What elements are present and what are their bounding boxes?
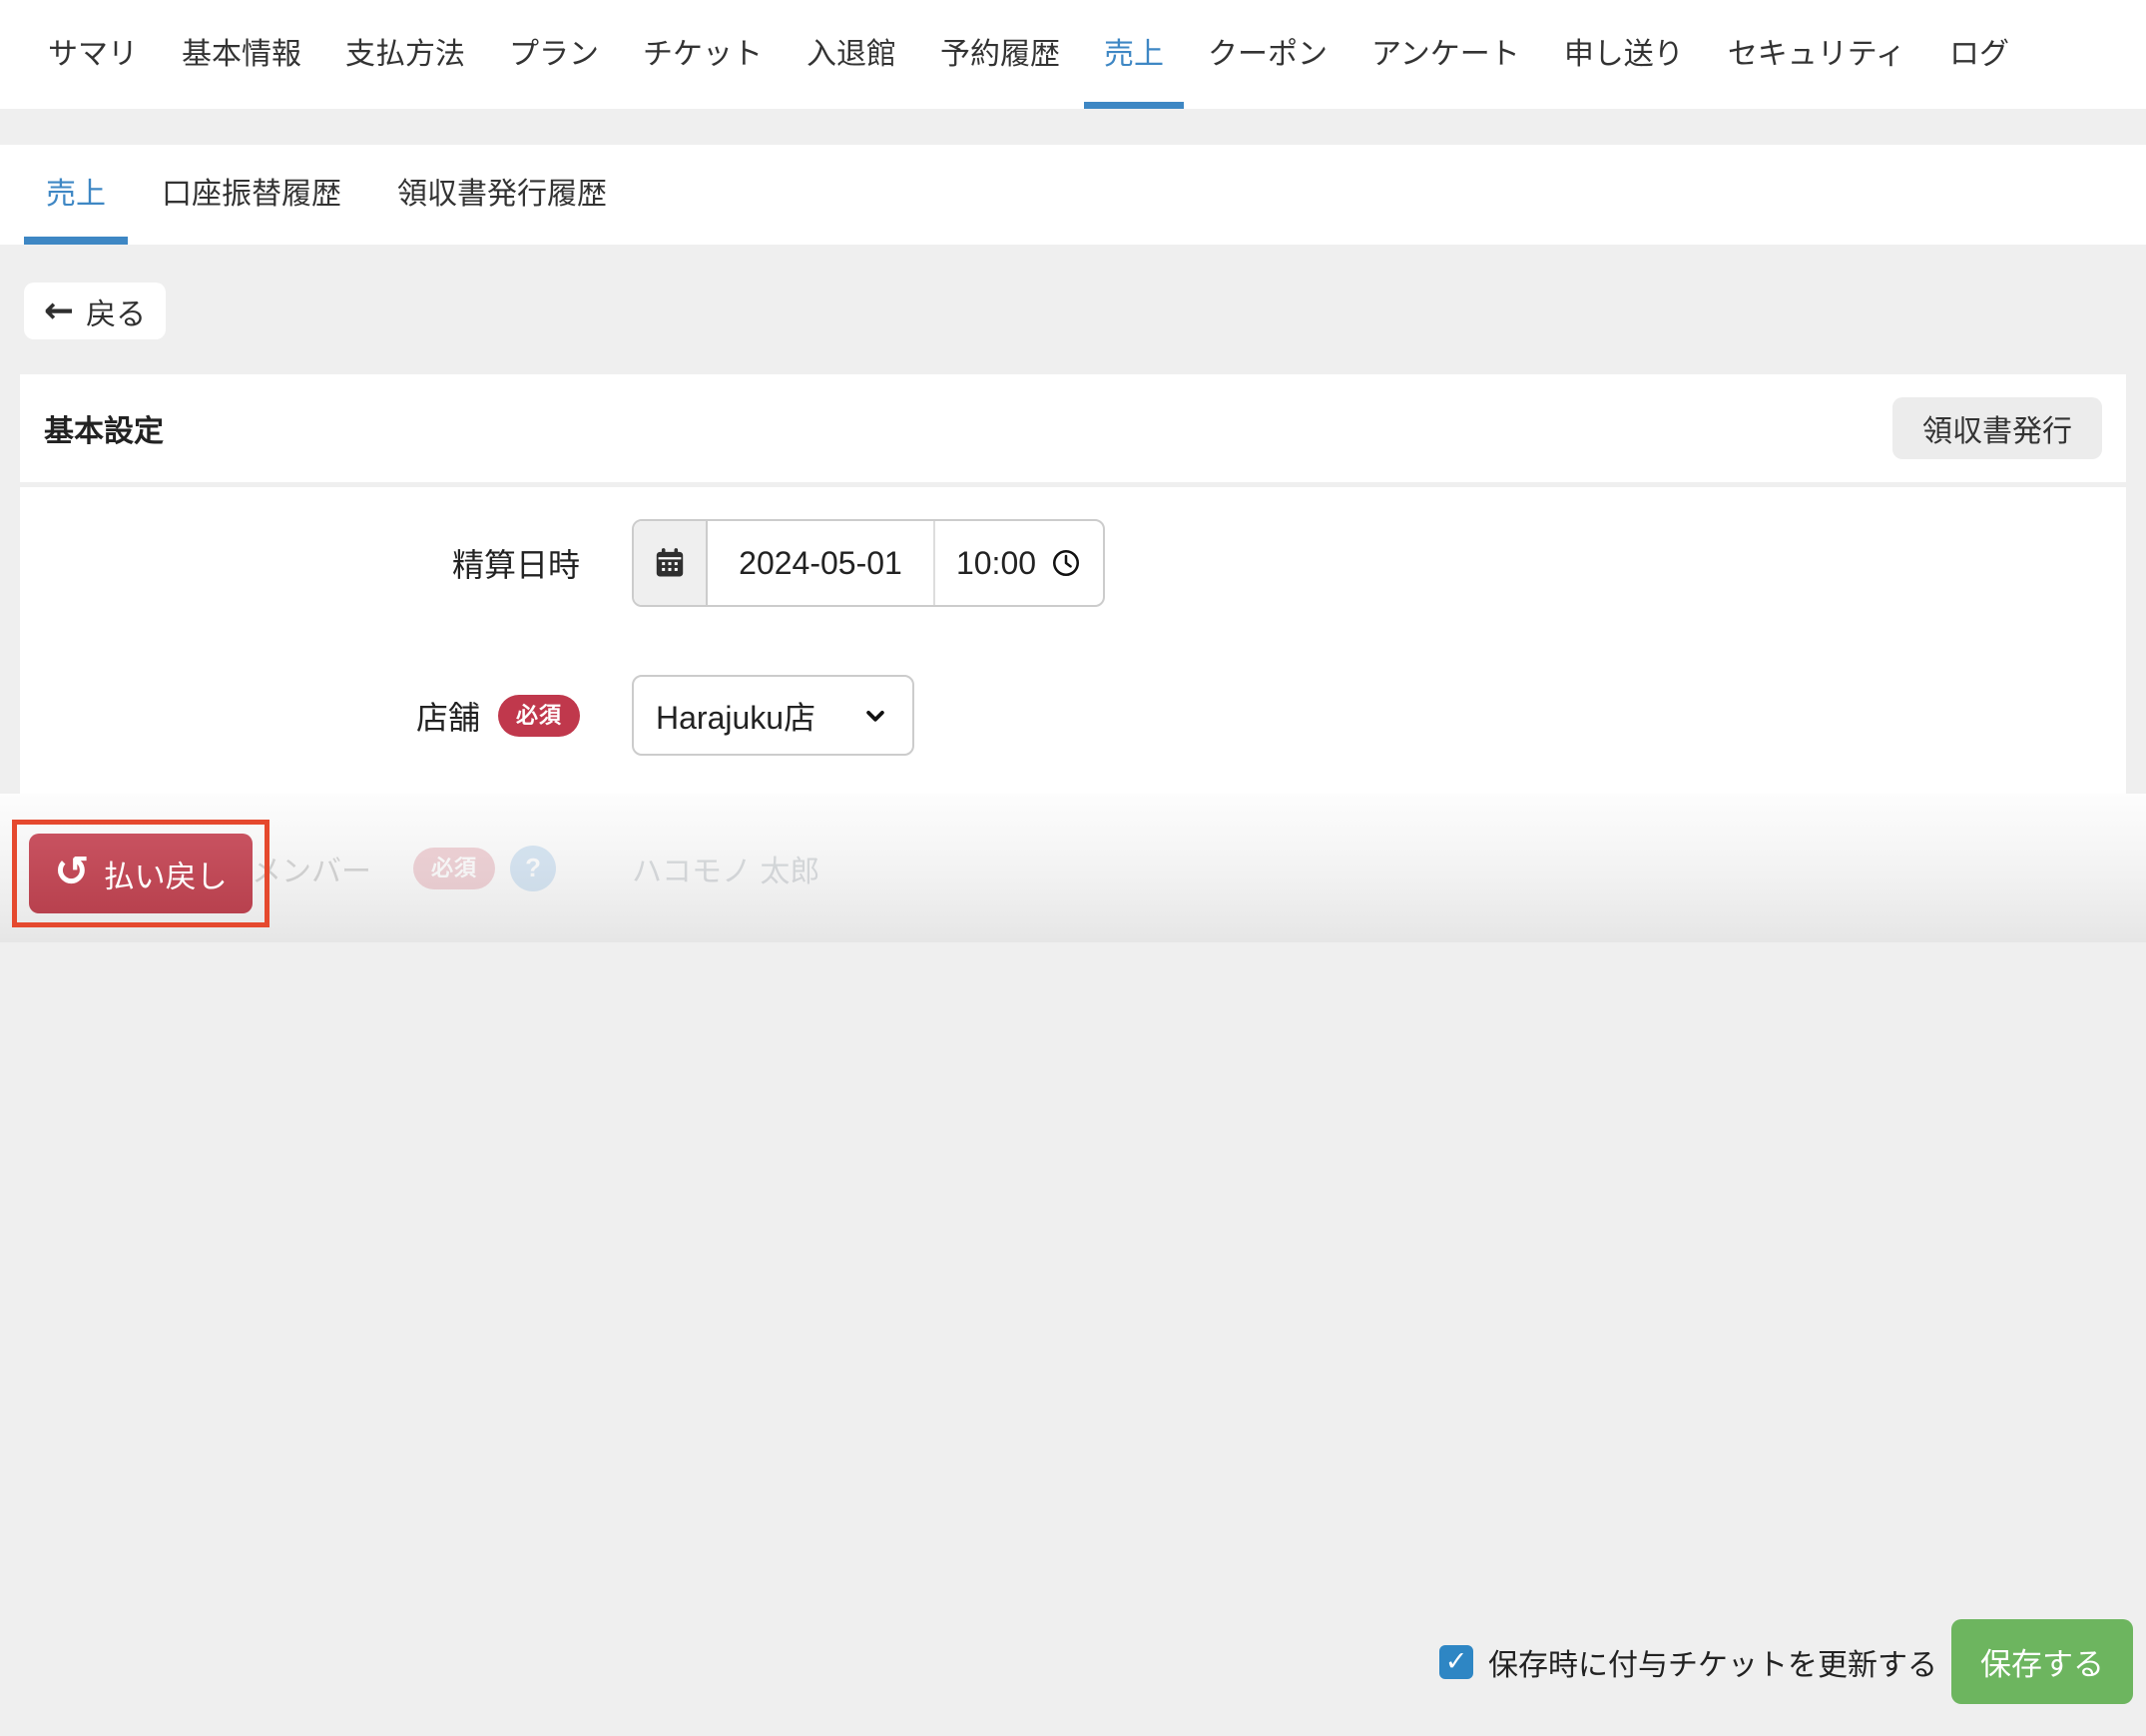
required-badge: 必須 — [498, 695, 580, 737]
member-required-badge: 必須 — [413, 848, 495, 889]
tab-coupon[interactable]: クーポン — [1188, 0, 1347, 109]
store-row: 店舗 必須 Harajuku店 — [20, 675, 2126, 756]
arrow-left-icon: ← — [44, 293, 74, 329]
tab-survey[interactable]: アンケート — [1351, 0, 1540, 109]
calendar-picker-button[interactable] — [634, 521, 708, 605]
settlement-date-value: 2024-05-01 — [739, 545, 902, 582]
settlement-datetime-label: 精算日時 — [452, 540, 580, 586]
save-controls: ✓ 保存時に付与チケットを更新する 保存する — [1439, 1587, 2133, 1736]
click-highlight-outline: ↺ 払い戻し — [12, 820, 269, 927]
subtab-receipt-issue-history[interactable]: 領収書発行履歴 — [375, 145, 629, 245]
tab-summary[interactable]: サマリ — [28, 0, 158, 109]
chevron-down-icon — [860, 701, 890, 731]
clock-icon — [1050, 547, 1082, 579]
store-selected-value: Harajuku店 — [656, 693, 815, 739]
settlement-date-input[interactable]: 2024-05-01 — [708, 521, 935, 605]
tab-reservation-history[interactable]: 予約履歴 — [920, 0, 1080, 109]
tab-log[interactable]: ログ — [1929, 0, 2029, 109]
settlement-time-input[interactable]: 10:00 — [935, 521, 1103, 605]
tab-plan[interactable]: プラン — [489, 0, 619, 109]
back-button[interactable]: ← 戻る — [24, 283, 166, 339]
tab-payment-method[interactable]: 支払方法 — [325, 0, 485, 109]
section-title: 基本設定 — [44, 406, 164, 450]
back-button-label: 戻る — [86, 289, 146, 333]
tab-handover[interactable]: 申し送り — [1544, 0, 1704, 109]
settlement-datetime-row: 精算日時 — [20, 519, 2126, 607]
refund-button[interactable]: ↺ 払い戻し — [29, 834, 253, 913]
update-ticket-checkbox-label[interactable]: 保存時に付与チケットを更新する — [1488, 1640, 1937, 1684]
member-label: メンバー — [252, 847, 371, 890]
store-label: 店舗 — [416, 693, 480, 739]
sales-sub-tab-bar: 売上 口座振替履歴 領収書発行履歴 — [0, 145, 2146, 245]
member-value: ハコモノ 太郎 — [632, 847, 819, 890]
update-ticket-checkbox[interactable]: ✓ — [1439, 1645, 1473, 1679]
subtab-sales-active[interactable]: 売上 — [24, 145, 128, 245]
basic-settings-header: 基本設定 領収書発行 — [20, 374, 2126, 482]
issue-receipt-button[interactable]: 領収書発行 — [1892, 397, 2102, 459]
settlement-time-value: 10:00 — [956, 545, 1036, 582]
undo-icon: ↺ — [54, 851, 89, 892]
member-row-faded: メンバー 必須 ? ハコモノ 太郎 — [252, 794, 819, 942]
checkmark-icon: ✓ — [1445, 1646, 1468, 1677]
tab-basic-info[interactable]: 基本情報 — [162, 0, 321, 109]
help-icon: ? — [510, 846, 556, 891]
tab-entry-exit[interactable]: 入退館 — [787, 0, 916, 109]
basic-settings-body: 精算日時 — [20, 487, 2126, 794]
tab-sales-active[interactable]: 売上 — [1084, 0, 1184, 109]
refund-button-label: 払い戻し — [104, 852, 228, 896]
tab-ticket[interactable]: チケット — [623, 0, 783, 109]
calendar-icon — [652, 545, 688, 581]
subtab-direct-debit-history[interactable]: 口座振替履歴 — [140, 145, 363, 245]
tab-security[interactable]: セキュリティ — [1708, 0, 1925, 109]
store-select[interactable]: Harajuku店 — [632, 675, 914, 756]
main-tab-bar: サマリ 基本情報 支払方法 プラン チケット 入退館 予約履歴 売上 クーポン … — [0, 0, 2146, 109]
sticky-footer-bar: メンバー 必須 ? ハコモノ 太郎 ✓ 保存時に付与チケットを更新する 保存する — [0, 794, 2146, 942]
settlement-datetime-group: 2024-05-01 10:00 — [632, 519, 1105, 607]
save-button[interactable]: 保存する — [1951, 1619, 2133, 1704]
